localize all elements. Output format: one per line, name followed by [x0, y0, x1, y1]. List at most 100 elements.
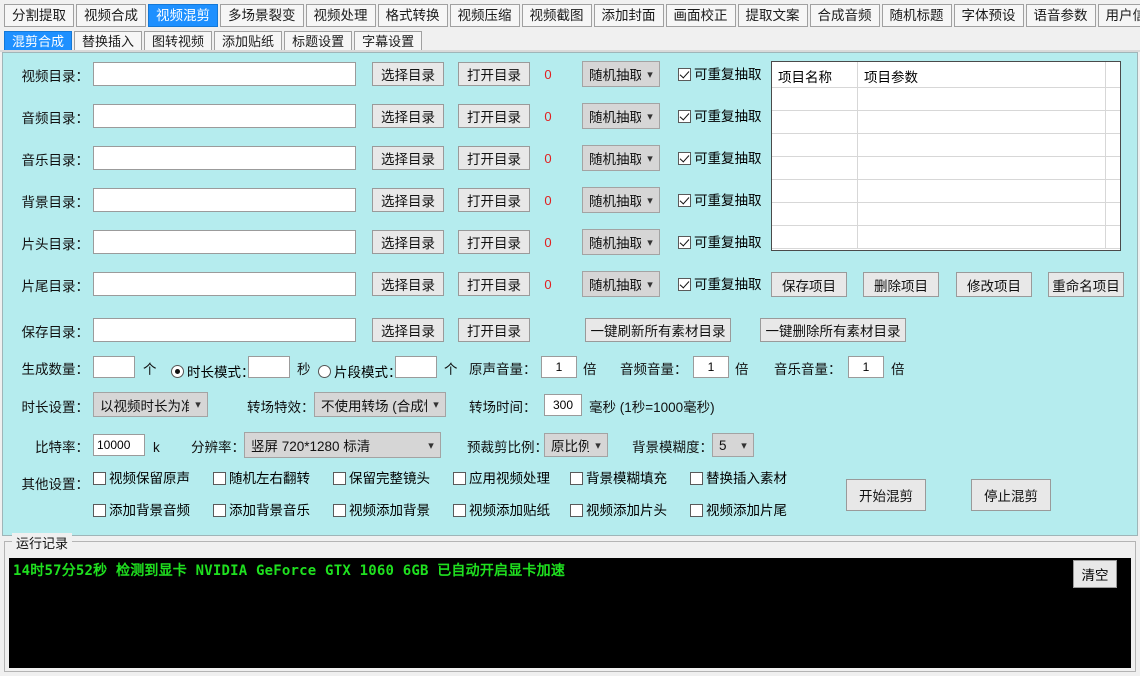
save-project-button[interactable]: 保存项目: [771, 272, 847, 297]
audio-volume-input[interactable]: [693, 356, 729, 378]
primary-tab-10[interactable]: 提取文案: [737, 4, 808, 27]
refresh-all-material-dirs-button[interactable]: 一键刷新所有素材目录: [585, 318, 731, 342]
transition-time-input[interactable]: [544, 394, 582, 416]
option-checkbox-row2-4[interactable]: 视频添加片头: [570, 503, 667, 518]
dir-open-button-2[interactable]: 打开目录: [458, 146, 530, 170]
dir-mode-combo-5[interactable]: 随机抽取 ▾: [582, 271, 660, 297]
primary-tab-1[interactable]: 视频合成: [76, 4, 146, 27]
segment-mode-radio[interactable]: 片段模式：: [318, 361, 402, 381]
duration-setting-combo[interactable]: 以视频时长为准 ▾: [93, 392, 208, 417]
dir-open-button-3[interactable]: 打开目录: [458, 188, 530, 212]
option-checkbox-row1-3[interactable]: 应用视频处理: [453, 471, 550, 486]
primary-tab-0[interactable]: 分割提取: [4, 4, 74, 27]
save-dir-input[interactable]: [93, 318, 356, 342]
orig-volume-input[interactable]: [541, 356, 577, 378]
dir-input-2[interactable]: [93, 146, 356, 170]
dir-input-3[interactable]: [93, 188, 356, 212]
segment-mode-input[interactable]: [395, 356, 437, 378]
music-volume-input[interactable]: [848, 356, 884, 378]
dir-mode-combo-3[interactable]: 随机抽取 ▾: [582, 187, 660, 213]
option-checkbox-row1-1[interactable]: 随机左右翻转: [213, 471, 310, 486]
project-list[interactable]: 项目名称 项目参数: [771, 61, 1121, 251]
dir-choose-button-1[interactable]: 选择目录: [372, 104, 444, 128]
primary-tab-6[interactable]: 视频压缩: [449, 4, 520, 27]
primary-tab-5[interactable]: 格式转换: [377, 4, 448, 27]
project-row[interactable]: [772, 111, 1120, 134]
dir-repeat-checkbox-0[interactable]: 可重复抽取: [678, 67, 762, 82]
secondary-tab-4[interactable]: 标题设置: [284, 31, 353, 52]
option-checkbox-row2-0[interactable]: 添加背景音频: [93, 503, 190, 518]
project-row[interactable]: [772, 88, 1120, 111]
dir-choose-button-4[interactable]: 选择目录: [372, 230, 444, 254]
dir-repeat-checkbox-5[interactable]: 可重复抽取: [678, 277, 762, 292]
project-row[interactable]: [772, 134, 1120, 157]
secondary-tab-1[interactable]: 替换插入: [74, 31, 143, 52]
log-output[interactable]: 14时57分52秒 检测到显卡 NVIDIA GeForce GTX 1060 …: [9, 558, 1131, 668]
background-blur-combo[interactable]: 5 ▾: [712, 433, 754, 457]
option-checkbox-row2-1[interactable]: 添加背景音乐: [213, 503, 310, 518]
primary-tab-8[interactable]: 添加封面: [593, 4, 664, 27]
dir-mode-combo-2[interactable]: 随机抽取 ▾: [582, 145, 660, 171]
dir-mode-combo-4[interactable]: 随机抽取 ▾: [582, 229, 660, 255]
dir-choose-button-3[interactable]: 选择目录: [372, 188, 444, 212]
bitrate-input[interactable]: [93, 434, 145, 456]
primary-tab-2[interactable]: 视频混剪: [148, 4, 218, 27]
primary-tab-9[interactable]: 画面校正: [665, 4, 736, 27]
dir-open-button-4[interactable]: 打开目录: [458, 230, 530, 254]
dir-choose-button-2[interactable]: 选择目录: [372, 146, 444, 170]
option-checkbox-row1-5[interactable]: 替换插入素材: [690, 471, 787, 486]
primary-tab-15[interactable]: 用户信息: [1097, 4, 1140, 27]
clear-log-button[interactable]: 清空: [1073, 560, 1117, 588]
rename-project-button[interactable]: 重命名项目: [1048, 272, 1124, 297]
dir-open-button-5[interactable]: 打开目录: [458, 272, 530, 296]
dir-input-0[interactable]: [93, 62, 356, 86]
dir-input-1[interactable]: [93, 104, 356, 128]
option-checkbox-row1-2[interactable]: 保留完整镜头: [333, 471, 430, 486]
dir-open-button-1[interactable]: 打开目录: [458, 104, 530, 128]
save-dir-open-button[interactable]: 打开目录: [458, 318, 530, 342]
delete-all-material-dirs-button[interactable]: 一键删除所有素材目录: [760, 318, 906, 342]
duration-mode-radio[interactable]: 时长模式：: [171, 361, 255, 381]
delete-project-button[interactable]: 删除项目: [863, 272, 939, 297]
option-checkbox-row2-2[interactable]: 视频添加背景: [333, 503, 430, 518]
modify-project-button[interactable]: 修改项目: [956, 272, 1032, 297]
dir-repeat-checkbox-2[interactable]: 可重复抽取: [678, 151, 762, 166]
project-row[interactable]: [772, 157, 1120, 180]
duration-mode-input[interactable]: [248, 356, 290, 378]
start-mix-button[interactable]: 开始混剪: [846, 479, 926, 511]
dir-repeat-checkbox-4[interactable]: 可重复抽取: [678, 235, 762, 250]
option-checkbox-row2-3[interactable]: 视频添加贴纸: [453, 503, 550, 518]
dir-mode-combo-0[interactable]: 随机抽取 ▾: [582, 61, 660, 87]
save-dir-choose-button[interactable]: 选择目录: [372, 318, 444, 342]
dir-open-button-0[interactable]: 打开目录: [458, 62, 530, 86]
dir-mode-combo-1[interactable]: 随机抽取 ▾: [582, 103, 660, 129]
dir-repeat-checkbox-1[interactable]: 可重复抽取: [678, 109, 762, 124]
primary-tab-4[interactable]: 视频处理: [305, 4, 376, 27]
resolution-combo[interactable]: 竖屏 720*1280 标清 ▾: [244, 432, 441, 458]
dir-choose-button-0[interactable]: 选择目录: [372, 62, 444, 86]
dir-repeat-checkbox-3[interactable]: 可重复抽取: [678, 193, 762, 208]
primary-tab-13[interactable]: 字体预设: [953, 4, 1024, 27]
primary-tab-3[interactable]: 多场景裂变: [220, 4, 304, 27]
precrop-ratio-combo[interactable]: 原比例 ▾: [544, 433, 608, 457]
secondary-tab-3[interactable]: 添加贴纸: [214, 31, 283, 52]
option-checkbox-row2-5[interactable]: 视频添加片尾: [690, 503, 787, 518]
transition-effect-combo[interactable]: 不使用转场 (合成快) ▾: [314, 392, 446, 417]
secondary-tab-2[interactable]: 图转视频: [144, 31, 213, 52]
primary-tab-11[interactable]: 合成音频: [809, 4, 880, 27]
dir-input-4[interactable]: [93, 230, 356, 254]
primary-tab-12[interactable]: 随机标题: [881, 4, 952, 27]
primary-tab-7[interactable]: 视频截图: [521, 4, 592, 27]
option-checkbox-row1-0[interactable]: 视频保留原声: [93, 471, 190, 486]
option-checkbox-row1-4[interactable]: 背景模糊填充: [570, 471, 667, 486]
secondary-tab-5[interactable]: 字幕设置: [354, 31, 423, 52]
project-row[interactable]: [772, 226, 1120, 249]
project-row[interactable]: [772, 203, 1120, 226]
dir-input-5[interactable]: [93, 272, 356, 296]
project-row[interactable]: [772, 180, 1120, 203]
stop-mix-button[interactable]: 停止混剪: [971, 479, 1051, 511]
primary-tab-14[interactable]: 语音参数: [1025, 4, 1096, 27]
dir-choose-button-5[interactable]: 选择目录: [372, 272, 444, 296]
generate-count-input[interactable]: [93, 356, 135, 378]
secondary-tab-0[interactable]: 混剪合成: [4, 31, 73, 52]
